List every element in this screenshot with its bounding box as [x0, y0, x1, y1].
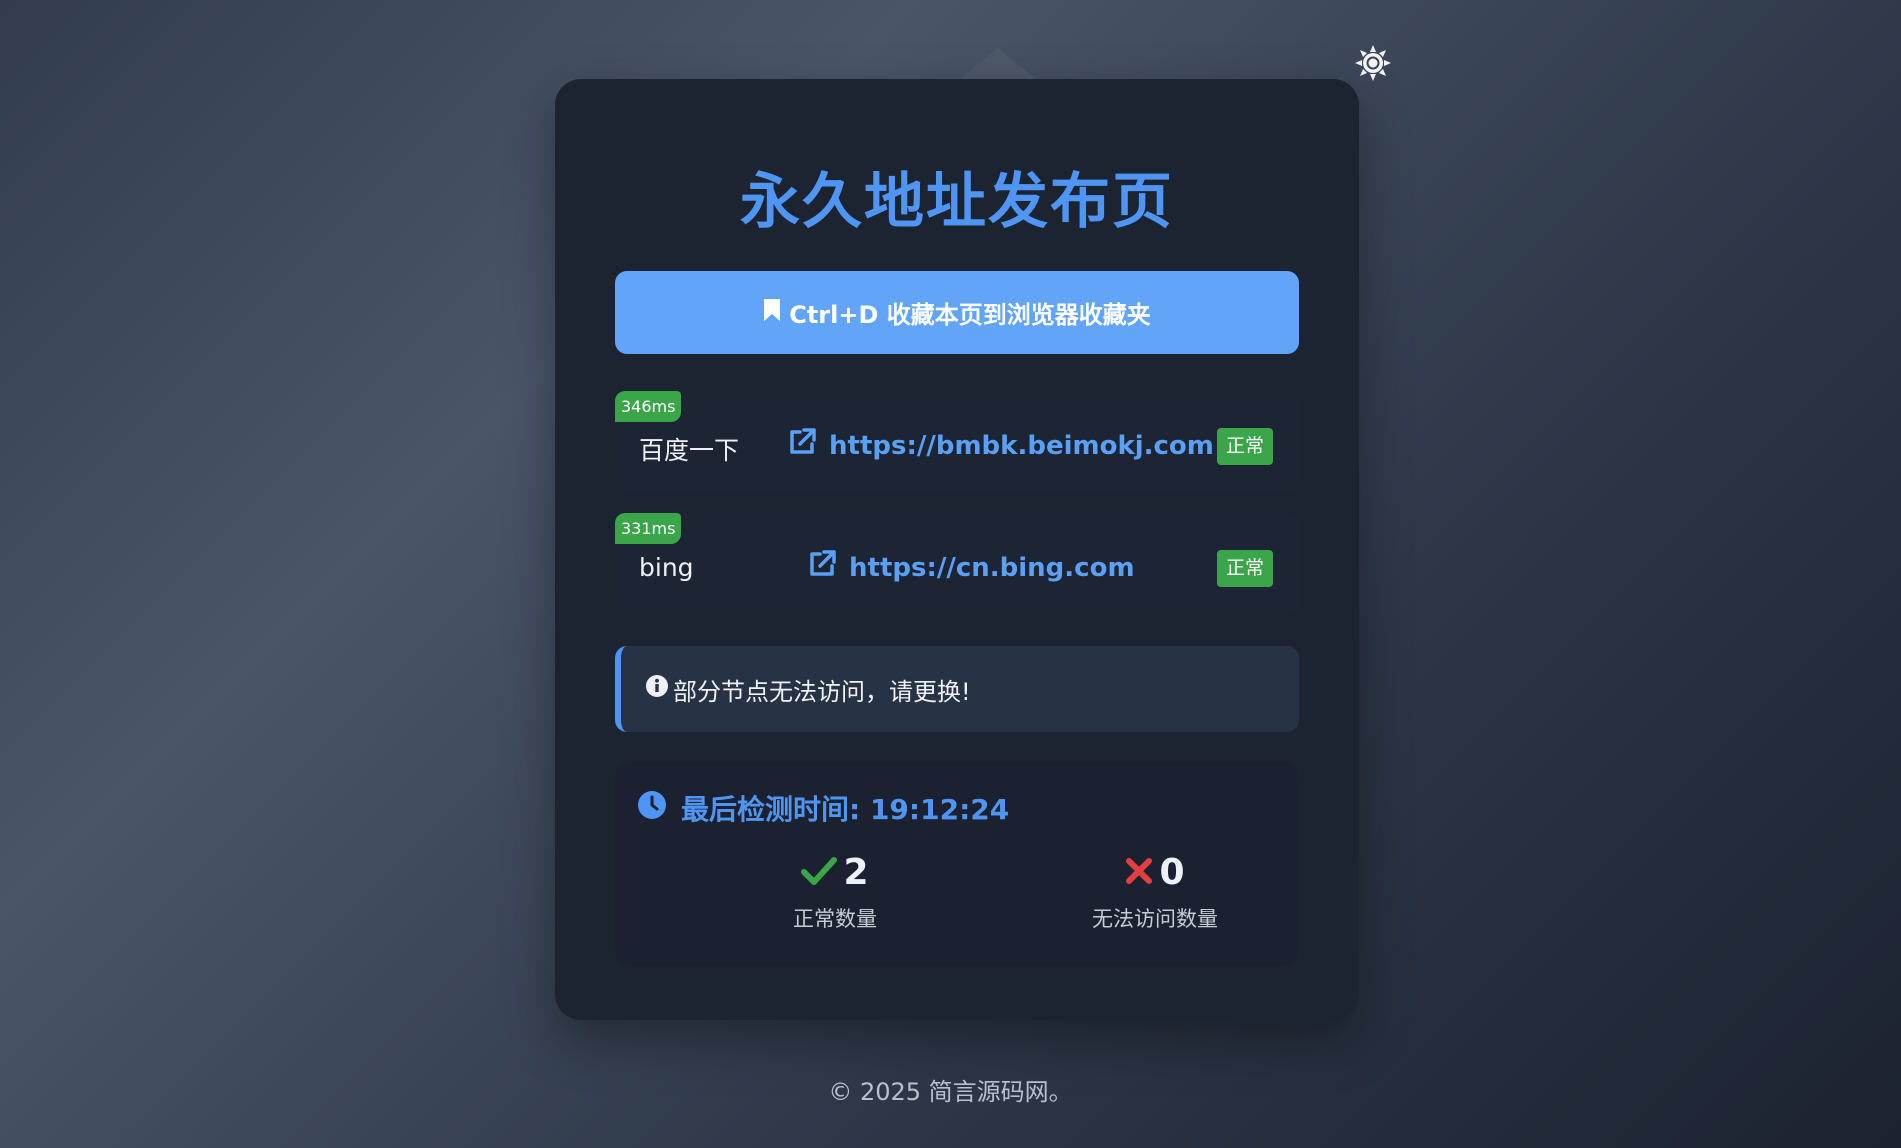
status-badge: 正常	[1217, 550, 1274, 587]
failed-count: 0	[1159, 852, 1185, 893]
latency-badge: 346ms	[615, 391, 682, 422]
page-title: 永久地址发布页	[740, 167, 1174, 237]
site-link[interactable]: https://bmbk.beimokj.com	[787, 427, 1214, 464]
check-time: 最后检测时间: 19:12:24	[637, 788, 1009, 828]
main-card: 永久地址发布页 Ctrl+D 收藏本页到浏览器收藏夹 346ms 百度一下 ht…	[555, 79, 1359, 1020]
bookmark-button-label: Ctrl+D 收藏本页到浏览器收藏夹	[789, 301, 1151, 329]
stats-panel: 最后检测时间: 19:12:24 2 正常数量 0 无法访问数量	[615, 762, 1299, 966]
site-link[interactable]: https://cn.bing.com	[807, 549, 1135, 586]
normal-count: 2	[843, 852, 869, 893]
site-url: https://bmbk.beimokj.com	[829, 430, 1214, 461]
external-link-icon	[807, 549, 837, 586]
sun-icon	[1354, 44, 1392, 86]
site-name: 百度一下	[639, 436, 740, 465]
site-name: bing	[639, 553, 694, 582]
theme-toggle-button[interactable]	[1353, 45, 1393, 85]
notice-text: 部分节点无法访问，请更换!	[673, 677, 971, 706]
cross-icon	[1125, 857, 1153, 889]
footer-copyright: © 2025 简言源码网。	[828, 1078, 1073, 1106]
stat-failed: 0 无法访问数量	[1045, 852, 1265, 933]
site-url: https://cn.bing.com	[849, 552, 1135, 583]
site-row: 331ms bing https://cn.bing.com 正常	[615, 513, 1299, 615]
site-row: 346ms 百度一下 https://bmbk.beimokj.com 正常	[615, 391, 1299, 493]
check-icon	[801, 856, 838, 890]
latency-badge: 331ms	[615, 513, 682, 544]
external-link-icon	[787, 427, 817, 464]
card-notch	[960, 48, 1036, 79]
status-badge: 正常	[1217, 428, 1274, 465]
normal-count-label: 正常数量	[793, 907, 877, 931]
bookmark-button[interactable]: Ctrl+D 收藏本页到浏览器收藏夹	[615, 271, 1299, 354]
bookmark-icon	[763, 298, 781, 328]
failed-count-label: 无法访问数量	[1092, 907, 1218, 931]
check-time-label: 最后检测时间: 19:12:24	[681, 793, 1010, 826]
clock-icon	[637, 790, 667, 827]
notice-box: 部分节点无法访问，请更换!	[615, 646, 1299, 732]
stat-normal: 2 正常数量	[725, 852, 945, 933]
info-icon	[645, 674, 669, 704]
